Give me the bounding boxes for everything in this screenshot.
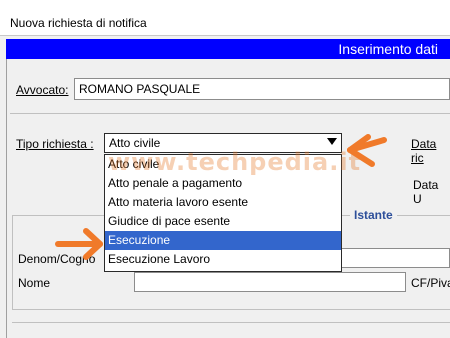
window-title: Nuova richiesta di notifica	[10, 16, 147, 30]
window-titlebar: Nuova richiesta di notifica	[0, 0, 450, 36]
nome-label: Nome	[18, 276, 51, 290]
nome-field[interactable]	[134, 272, 406, 292]
dropdown-option[interactable]: Giudice di pace esente	[105, 212, 341, 231]
annotation-arrow-icon	[347, 134, 387, 167]
avvocato-label: Avvocato:	[16, 83, 69, 97]
watermark-text: www.techpedia.it	[108, 148, 362, 176]
cf-piva-label: CF/Piva	[411, 276, 450, 290]
annotation-arrow-icon	[55, 228, 103, 260]
dropdown-option[interactable]: Esecuzione Lavoro	[105, 250, 341, 269]
header-banner: Inserimento dati	[6, 39, 450, 59]
bottom-divider	[12, 322, 450, 323]
chevron-down-icon[interactable]	[327, 138, 337, 145]
avvocato-value: ROMANO PASQUALE	[79, 82, 201, 96]
istante-title: Istante	[350, 208, 397, 222]
banner-title: Inserimento dati	[338, 41, 438, 57]
dropdown-option-selected[interactable]: Esecuzione	[105, 231, 341, 250]
avvocato-field[interactable]: ROMANO PASQUALE	[74, 78, 450, 100]
dropdown-option[interactable]: Atto materia lavoro esente	[105, 193, 341, 212]
data-u-label: Data U	[413, 178, 439, 206]
section-divider	[10, 113, 450, 114]
tipo-richiesta-label: Tipo richiesta :	[16, 137, 94, 151]
dropdown-option[interactable]: Atto penale a pagamento	[105, 174, 341, 193]
data-ric-label: Data ric	[411, 137, 437, 165]
